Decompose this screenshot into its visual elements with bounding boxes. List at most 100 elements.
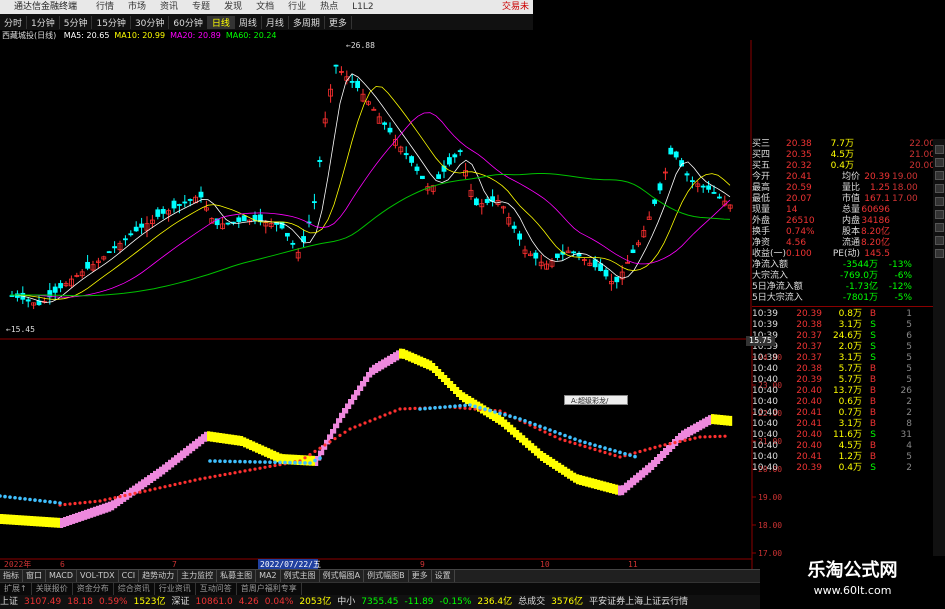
trend-ribbon [153, 470, 157, 481]
tick-side: B [869, 397, 876, 407]
tick-side: B [869, 441, 876, 451]
tick-price: 20.39 [796, 463, 822, 473]
sidebar-btn-5[interactable] [934, 197, 944, 206]
line-a-dot [608, 452, 612, 456]
info-tab[interactable]: 扩展↑ [0, 583, 32, 595]
trend-ribbon [378, 361, 382, 372]
line-a-dot [203, 476, 207, 480]
menu-item[interactable]: 资讯 [154, 0, 184, 14]
trend-ribbon [45, 517, 49, 527]
line-b-dot [533, 422, 537, 427]
info-tab[interactable]: 互动问答 [196, 583, 237, 595]
order-volume: 4.5万 [830, 150, 854, 160]
period-1[interactable]: 1分钟 [27, 15, 60, 29]
menu-item[interactable]: 行情 [90, 0, 120, 14]
line-a-dot [368, 419, 372, 423]
line-b-dot [513, 415, 517, 420]
price-axis-label: 21.00 [909, 150, 935, 160]
status-item: 1523亿 [133, 597, 166, 607]
sidebar-btn-2[interactable] [934, 158, 944, 167]
candle-body [355, 80, 361, 88]
indicator-tab[interactable]: 设置 [432, 570, 455, 582]
menu-item[interactable]: 市场 [122, 0, 152, 14]
tick-time: 10:40 [752, 375, 778, 385]
indicator-tab[interactable]: 例式幅图A [320, 570, 365, 582]
line-a-dot [253, 467, 257, 471]
tick-price: 20.40 [796, 441, 822, 451]
tick-row: 10:40 20.41 3.1万 B 8 [752, 419, 935, 430]
indicator-tab[interactable]: 趋势动力 [139, 570, 179, 582]
menu-item[interactable]: 热点 [314, 0, 344, 14]
period-2[interactable]: 5分钟 [60, 15, 93, 29]
line-b-dot [458, 404, 462, 408]
trend-ribbon [528, 440, 532, 451]
indicator-chart[interactable]: 24.0023.0022.0021.0020.0019.0018.0017.00… [0, 341, 785, 569]
indicator-tab[interactable]: 窗口 [23, 570, 46, 582]
period-8[interactable]: 月线 [262, 15, 289, 29]
period-7[interactable]: 周线 [235, 15, 262, 29]
indicator-tab[interactable]: 例式幅图B [364, 570, 409, 582]
line-a-dot [258, 466, 262, 470]
indicator-tab[interactable]: 更多 [409, 570, 432, 582]
tick-volume: 5.7万 [838, 375, 862, 385]
candle-body [684, 173, 690, 176]
line-a-dot [393, 409, 397, 413]
indicator-tab[interactable]: 私募主图 [217, 570, 257, 582]
trend-ribbon [39, 516, 43, 527]
trend-ribbon [369, 367, 373, 378]
candle-body [187, 199, 193, 201]
sidebar-btn-4[interactable] [934, 184, 944, 193]
indicator-tab[interactable]: 例式主图 [281, 570, 320, 582]
line-b-dot [318, 456, 322, 460]
info-tab[interactable]: 综合资讯 [114, 583, 155, 595]
menu-item[interactable]: 发现 [218, 0, 248, 14]
info-tab[interactable]: 关联报价 [32, 583, 73, 595]
info-tab[interactable]: 资金分布 [73, 583, 114, 595]
tick-row: 10:40 20.40 0.6万 B 2 [752, 397, 935, 408]
period-6[interactable]: 日线 [207, 15, 235, 29]
trend-ribbon [99, 504, 103, 515]
indicator-tab[interactable]: CCI [119, 570, 140, 582]
period-10[interactable]: 更多 [325, 15, 352, 29]
indicator-tab[interactable]: MACD [46, 570, 77, 582]
info-tab[interactable]: 首周户福利专享 [237, 583, 302, 595]
trend-ribbon [723, 415, 727, 426]
trend-ribbon [555, 460, 559, 471]
menu-item[interactable]: 文档 [250, 0, 280, 14]
candle-body [155, 209, 161, 217]
indicator-tab[interactable]: VOL-TDX [77, 570, 119, 582]
candle-body [690, 180, 695, 183]
sidebar-btn-9[interactable] [934, 249, 944, 258]
tick-price: 20.41 [796, 452, 822, 462]
tick-volume: 0.7万 [838, 408, 862, 418]
info-tab[interactable]: 行业资讯 [155, 583, 196, 595]
indicator-tab[interactable]: 主力监控 [178, 570, 218, 582]
kline-chart[interactable]: ←26.88 ←15.45 [0, 40, 752, 340]
trend-ribbon [354, 390, 358, 400]
sidebar-btn-3[interactable] [934, 171, 944, 180]
x-axis-label: 10 [540, 560, 550, 569]
line-a-dot [98, 499, 102, 503]
line-a-dot [348, 427, 352, 431]
menu-item[interactable]: L1L2 [346, 0, 379, 14]
line-a-dot [573, 441, 577, 446]
sidebar-btn-1[interactable] [934, 145, 944, 154]
menu-item[interactable]: 行业 [282, 0, 312, 14]
period-9[interactable]: 多周期 [289, 15, 325, 29]
indicator-tab[interactable]: MA2 [256, 570, 281, 582]
tick-row: 10:40 20.38 5.7万 B 5 [752, 364, 935, 375]
sidebar-btn-6[interactable] [934, 210, 944, 219]
period-3[interactable]: 15分钟 [92, 15, 131, 29]
sidebar-btn-7[interactable] [934, 223, 944, 232]
period-5[interactable]: 60分钟 [169, 15, 208, 29]
indicator-tab[interactable]: 指标 [0, 570, 23, 582]
line-b-dot [438, 405, 442, 410]
period-4[interactable]: 30分钟 [131, 15, 170, 29]
trend-ribbon [687, 427, 691, 438]
menu-item[interactable]: 专题 [186, 0, 216, 14]
candle-body [452, 154, 458, 158]
trend-ribbon [648, 462, 652, 473]
period-0[interactable]: 分时 [0, 15, 28, 29]
trend-ribbon [90, 507, 94, 518]
sidebar-btn-8[interactable] [934, 236, 944, 245]
